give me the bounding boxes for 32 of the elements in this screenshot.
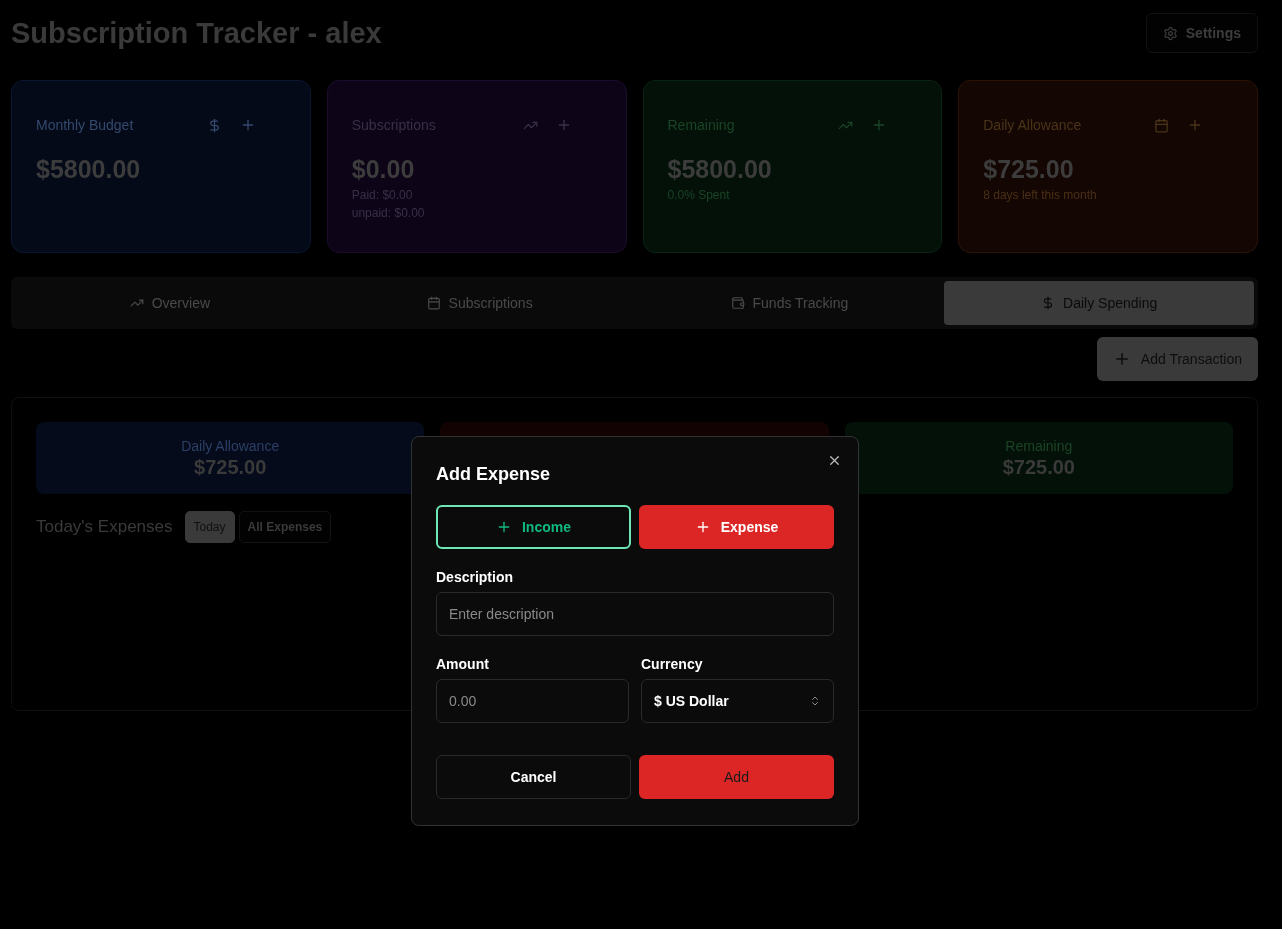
type-toggle[interactable]: Income xyxy=(436,505,631,549)
settings-icon xyxy=(1162,25,1178,41)
settings-button[interactable]: Settings xyxy=(1145,13,1258,53)
chevrons-icon xyxy=(809,695,821,707)
section-title: Today's Expenses xyxy=(36,517,173,537)
page-title: Subscription Tracker - alex xyxy=(11,16,382,50)
close-button[interactable] xyxy=(827,453,842,468)
plus-icon[interactable] xyxy=(1187,117,1203,133)
card-value: $5800.00 xyxy=(36,155,142,184)
filter-button[interactable]: All Expenses xyxy=(238,511,332,543)
card-value: $5800.00 xyxy=(667,155,773,184)
field-label: Description xyxy=(436,569,514,585)
field-label: Currency xyxy=(641,656,704,672)
card-value: $725.00 xyxy=(983,155,1075,184)
type-toggle[interactable]: Expense xyxy=(639,505,834,549)
cancel-button[interactable]: Cancel xyxy=(436,755,631,799)
card-value: $0.00 xyxy=(351,155,416,184)
tab[interactable]: Subscriptions xyxy=(324,281,635,325)
currency-select[interactable]: $ US Dollar xyxy=(641,679,834,723)
description-field[interactable]: Enter description xyxy=(436,592,834,636)
amount-field[interactable]: 0.00 xyxy=(436,679,629,723)
dialog-title: Add Expense xyxy=(436,464,552,485)
tab[interactable]: Overview xyxy=(15,281,325,325)
calendar-icon xyxy=(426,296,441,310)
wallet-icon xyxy=(730,296,745,310)
summary-label: Daily Allowance xyxy=(181,437,280,454)
card-label: Monthly Budget xyxy=(36,117,134,133)
calendar-icon xyxy=(1154,117,1169,133)
field-label: Amount xyxy=(436,656,490,672)
add-button[interactable]: Add xyxy=(639,755,834,799)
tab[interactable]: Funds Tracking xyxy=(634,281,945,325)
plus-icon xyxy=(496,519,512,535)
